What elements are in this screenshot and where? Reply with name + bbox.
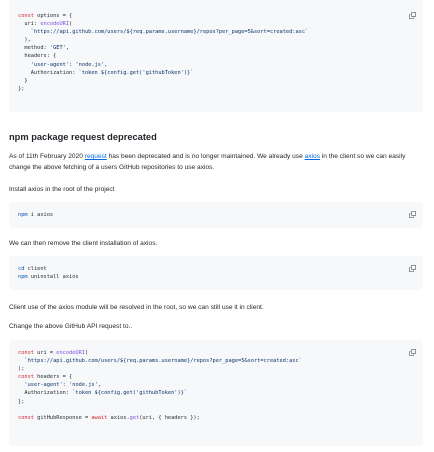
code-text: const uri = encodeURI( `https://api.gith… [18, 350, 302, 421]
copy-icon[interactable] [409, 265, 416, 272]
code-block-options: const options = { uri: encodeURI( `https… [9, 0, 423, 112]
paragraph-client-use: Client use of the axios module will be r… [9, 304, 264, 311]
code-text: npm i axios [18, 212, 54, 218]
code-text: const options = { uri: encodeURI( `https… [18, 13, 309, 92]
axios-link[interactable]: axios [305, 153, 320, 160]
code-block-uninstall: cd client npm uninstall axios [9, 256, 423, 290]
copy-icon[interactable] [409, 12, 416, 19]
paragraph-deprecation: As of 11th February 2020 request has bee… [9, 153, 406, 171]
paragraph-remove: We can then remove the client installati… [9, 240, 158, 247]
paragraph-install: Install axios in the root of the project [9, 186, 115, 193]
copy-icon[interactable] [409, 349, 416, 356]
copy-icon[interactable] [409, 211, 416, 218]
request-link[interactable]: request [85, 153, 107, 160]
code-block-axios-request: const uri = encodeURI( `https://api.gith… [9, 340, 423, 446]
section-heading: npm package request deprecated [9, 132, 157, 142]
code-text: cd client npm uninstall axios [18, 266, 79, 281]
paragraph-change: Change the above GitHub API request to.. [9, 323, 133, 330]
code-block-install: npm i axios [9, 202, 423, 228]
